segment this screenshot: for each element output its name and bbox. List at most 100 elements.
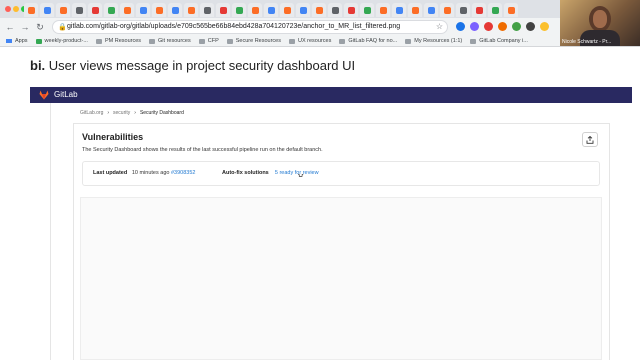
extension-icon-7[interactable]	[540, 22, 549, 31]
tab-favicon-icon	[267, 6, 275, 14]
forward-button[interactable]: →	[19, 21, 31, 33]
tab-favicon-icon	[59, 6, 67, 14]
browser-tab[interactable]	[392, 3, 406, 17]
folder-icon	[149, 38, 156, 44]
tab-favicon-icon	[107, 6, 115, 14]
mouse-cursor-icon: ⍽	[298, 170, 304, 177]
browser-tab[interactable]	[40, 3, 54, 17]
tab-favicon-icon	[75, 6, 83, 14]
folder-icon	[339, 38, 346, 44]
browser-tab[interactable]	[504, 3, 518, 17]
autofix-summary: Auto-fix solutions 5 ready for review	[222, 170, 319, 176]
breadcrumb-project[interactable]: security	[113, 110, 130, 116]
bookmark-item[interactable]: PM Resources	[95, 38, 141, 44]
browser-tab[interactable]	[152, 3, 166, 17]
chevron-right-icon: ›	[134, 110, 136, 116]
browser-tab[interactable]	[376, 3, 390, 17]
address-bar[interactable]: 🔒 gitlab.com/gitlab-org/gitlab/uploads/e…	[52, 20, 448, 34]
bookmark-item[interactable]: GitLab Company i...	[470, 38, 528, 44]
browser-toolbar: ← → ↻ 🔒 gitlab.com/gitlab-org/gitlab/upl…	[0, 18, 640, 36]
browser-tab[interactable]	[344, 3, 358, 17]
browser-tab[interactable]	[184, 3, 198, 17]
bookmark-item[interactable]: My Resources (1:1)	[405, 38, 462, 44]
browser-tab[interactable]	[216, 3, 230, 17]
close-window-button[interactable]	[5, 6, 11, 12]
browser-tab[interactable]	[136, 3, 150, 17]
bookmark-item[interactable]: CFP	[198, 38, 219, 44]
browser-tab[interactable]	[456, 3, 470, 17]
browser-tab-strip	[0, 0, 640, 18]
extension-icon-3[interactable]	[484, 22, 493, 31]
browser-tab[interactable]	[488, 3, 502, 17]
folder-icon	[470, 38, 477, 44]
export-icon	[586, 135, 594, 144]
back-button[interactable]: ←	[4, 21, 16, 33]
lock-icon: 🔒	[58, 24, 67, 31]
export-button[interactable]	[582, 132, 598, 147]
tab-list	[24, 3, 518, 17]
chevron-right-icon: ›	[107, 110, 110, 116]
browser-tab[interactable]	[328, 3, 342, 17]
reload-button[interactable]: ↻	[34, 21, 46, 33]
tab-favicon-icon	[347, 6, 355, 14]
page-title: Vulnerabilities	[82, 132, 144, 142]
tab-favicon-icon	[235, 6, 243, 14]
extension-icon-4[interactable]	[498, 22, 507, 31]
breadcrumb-group[interactable]: GitLab.org	[80, 110, 103, 116]
bookmark-star-icon[interactable]: ☆	[436, 22, 443, 31]
browser-tab[interactable]	[264, 3, 278, 17]
slide-number: bi.	[30, 58, 46, 73]
browser-tab[interactable]	[24, 3, 38, 17]
browser-tab[interactable]	[472, 3, 486, 17]
tab-favicon-icon	[411, 6, 419, 14]
tab-favicon-icon	[123, 6, 131, 14]
bookmark-item[interactable]: UX resources	[289, 38, 331, 44]
browser-tab[interactable]	[232, 3, 246, 17]
bookmark-item[interactable]: Git resources	[149, 38, 191, 44]
browser-tab[interactable]	[248, 3, 262, 17]
bookmark-apps[interactable]: Apps	[6, 38, 28, 44]
autofix-label: Auto-fix solutions	[222, 170, 269, 176]
browser-tab[interactable]	[72, 3, 86, 17]
gitlab-navbar: GitLab	[30, 87, 632, 103]
browser-tab[interactable]	[296, 3, 310, 17]
extension-icon-6[interactable]	[526, 22, 535, 31]
slide-title-text: User views message in project security d…	[48, 58, 356, 73]
breadcrumb-current[interactable]: Security Dashboard	[140, 110, 184, 116]
webcam-name-label: Nicole Schwartz - Pr...	[562, 39, 612, 45]
browser-tab[interactable]	[424, 3, 438, 17]
browser-tab[interactable]	[120, 3, 134, 17]
autofix-link[interactable]: 5 ready for review	[275, 170, 319, 176]
gitlab-brand-label[interactable]: GitLab	[54, 90, 78, 99]
bookmark-item[interactable]: GitLab FAQ for no...	[339, 38, 397, 44]
tab-favicon-icon	[427, 6, 435, 14]
browser-tab[interactable]	[56, 3, 70, 17]
extension-icon-1[interactable]	[456, 22, 465, 31]
pipeline-link[interactable]: #3908352	[171, 170, 195, 176]
browser-tab[interactable]	[200, 3, 214, 17]
tab-favicon-icon	[475, 6, 483, 14]
extension-icon-5[interactable]	[512, 22, 521, 31]
browser-tab[interactable]	[104, 3, 118, 17]
folder-icon	[198, 38, 205, 44]
browser-tab[interactable]	[168, 3, 182, 17]
page-description: The Security Dashboard shows the results…	[82, 147, 323, 153]
tab-favicon-icon	[331, 6, 339, 14]
tab-favicon-icon	[187, 6, 195, 14]
browser-tab[interactable]	[440, 3, 454, 17]
last-updated-label: Last updated	[93, 170, 128, 176]
tab-favicon-icon	[363, 6, 371, 14]
webcam-face	[593, 10, 607, 28]
extension-icon-2[interactable]	[470, 22, 479, 31]
bookmark-item[interactable]: Secure Resources	[226, 38, 281, 44]
bookmark-item[interactable]: weekly-product-...	[35, 38, 88, 44]
browser-tab[interactable]	[88, 3, 102, 17]
tab-favicon-icon	[27, 6, 35, 14]
browser-tab[interactable]	[280, 3, 294, 17]
browser-tab[interactable]	[408, 3, 422, 17]
minimize-window-button[interactable]	[13, 6, 19, 12]
tab-favicon-icon	[507, 6, 515, 14]
browser-tab[interactable]	[360, 3, 374, 17]
tab-favicon-icon	[171, 6, 179, 14]
browser-tab[interactable]	[312, 3, 326, 17]
